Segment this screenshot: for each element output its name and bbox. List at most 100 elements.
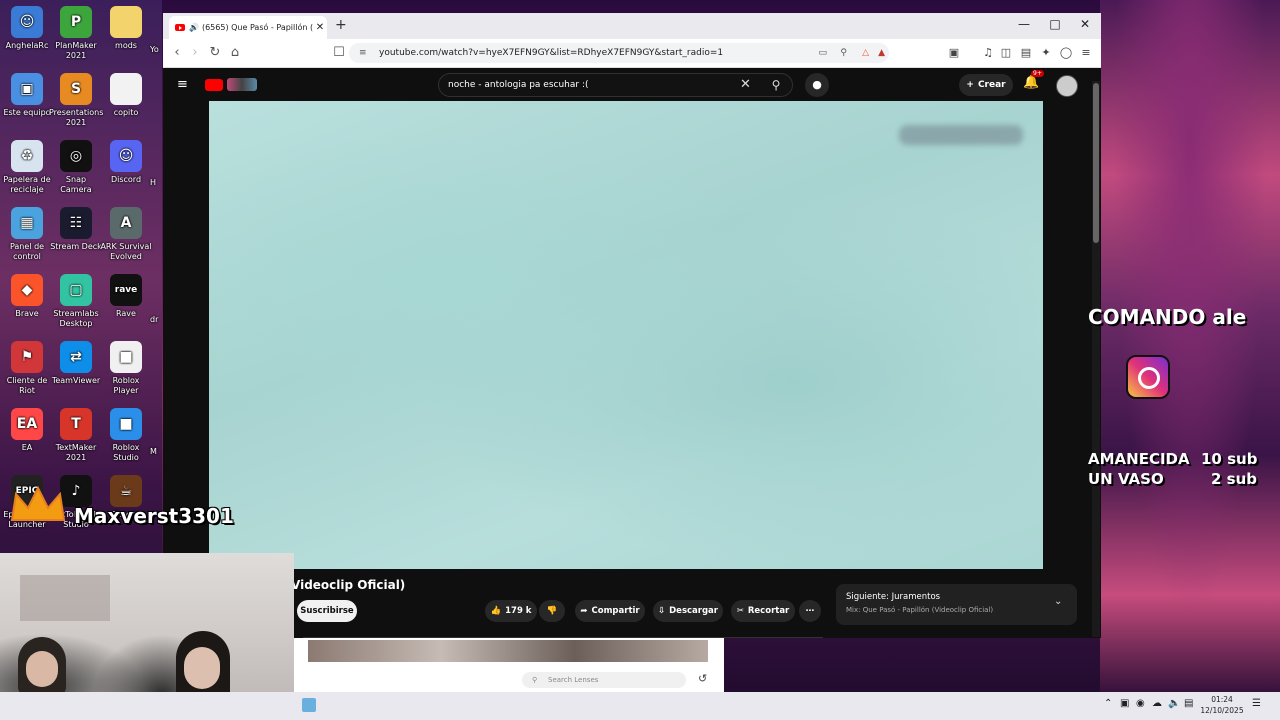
- music-icon[interactable]: ♫: [981, 46, 995, 60]
- desktop-icon-ea[interactable]: EA EA: [0, 408, 54, 453]
- desktop-icon-streamlabs-desktop[interactable]: ▢ Streamlabs Desktop: [49, 274, 103, 329]
- desktop-icon-copito[interactable]: copito: [99, 73, 153, 118]
- panel-de-control-icon: ▦: [11, 207, 43, 239]
- desktop-icon-panel-de-control[interactable]: ▦ Panel de control: [0, 207, 54, 262]
- taskbar: ⌃ ▣ ◉ ☁ 🔈 ▤ 01:24 12/10/2025 ☰: [0, 692, 1280, 720]
- forward-icon[interactable]: ›: [187, 45, 203, 60]
- tavern-icon: ☕: [110, 475, 142, 507]
- page-scrollbar[interactable]: [1092, 81, 1100, 637]
- home-icon[interactable]: ⌂: [227, 45, 243, 60]
- brave-rewards-icon[interactable]: ▲: [878, 48, 885, 58]
- share-icon: ➦: [580, 606, 588, 616]
- close-tab-icon[interactable]: ✕: [313, 22, 327, 33]
- dislike-button[interactable]: 👎: [539, 600, 565, 622]
- like-button[interactable]: 👍 179 k: [485, 600, 537, 622]
- share-button[interactable]: ➦ Compartir: [575, 600, 645, 622]
- microphone-icon[interactable]: ●: [805, 73, 829, 97]
- zoom-icon[interactable]: ⚲: [840, 48, 847, 58]
- notifications-bell-icon[interactable]: 🔔: [1023, 75, 1039, 90]
- desktop-icon-ark-survival-evolved[interactable]: A ARK Survival Evolved: [99, 207, 153, 262]
- webcam-face-left: [26, 651, 58, 687]
- vpn-icon[interactable]: ◯: [1059, 46, 1073, 60]
- chevron-down-icon[interactable]: ⌄: [1054, 596, 1062, 607]
- desktop-icon-mods[interactable]: mods: [99, 6, 153, 51]
- download-button[interactable]: ⇩ Descargar: [653, 600, 723, 622]
- menu-icon[interactable]: ≡: [1079, 46, 1093, 60]
- site-info-icon[interactable]: ≡: [359, 48, 367, 58]
- video-player[interactable]: [209, 101, 1043, 569]
- tray-steam-icon[interactable]: ◉: [1136, 698, 1145, 709]
- thumbs-up-icon: 👍: [490, 606, 502, 616]
- tray-app-icon[interactable]: ▣: [1120, 698, 1129, 709]
- back-icon[interactable]: ‹: [169, 45, 185, 60]
- reload-icon[interactable]: ↻: [207, 45, 223, 60]
- desktop-icon-textmaker-2021[interactable]: T TextMaker 2021: [49, 408, 103, 463]
- notification-badge: 9+: [1031, 70, 1044, 77]
- sidebar-icon[interactable]: ◫: [999, 46, 1013, 60]
- tab-title: (6565) Que Pasó - Papillón (V: [201, 23, 313, 32]
- desktop-icon-label: TeamViewer: [51, 376, 101, 385]
- up-next-panel[interactable]: Siguiente: Juramentos Mix: Que Pasó - Pa…: [836, 584, 1077, 625]
- desktop-icon-anghelarc[interactable]: ☺ AnghelaRc: [0, 6, 54, 51]
- desktop-icon-teamviewer[interactable]: ⇄ TeamViewer: [49, 341, 103, 386]
- webcam-face-right: [184, 647, 220, 689]
- history-icon[interactable]: ↺: [698, 672, 707, 685]
- onedrive-icon[interactable]: ☁: [1152, 698, 1162, 709]
- clear-search-icon[interactable]: ✕: [740, 77, 751, 92]
- desktop-icon-este-equipo[interactable]: ▣ Este equipo: [0, 73, 54, 118]
- desktop-icon-stream-deck[interactable]: ☷ Stream Deck: [49, 207, 103, 252]
- webcam-background-shelf: [20, 575, 110, 621]
- desktop-icon-rave[interactable]: rave Rave: [99, 274, 153, 319]
- wallet-icon[interactable]: ▤: [1019, 46, 1033, 60]
- desktop-icon-discord[interactable]: ☺ Discord: [99, 140, 153, 185]
- video-title: Videoclip Oficial): [291, 578, 406, 592]
- desktop-icon-label: Cliente de Riot: [6, 376, 48, 395]
- textmaker-2021-icon: T: [60, 408, 92, 440]
- search-icon[interactable]: ⚲: [761, 73, 791, 97]
- url-input[interactable]: ≡ youtube.com/watch?v=hyeX7EFN9GY&list=R…: [349, 43, 889, 63]
- clock[interactable]: 01:24 12/10/2025: [1200, 694, 1244, 716]
- clip-button[interactable]: ✂ Recortar: [731, 600, 795, 622]
- lens-search-input[interactable]: ⚲ Search Lenses: [522, 672, 686, 688]
- create-button[interactable]: + Crear: [959, 74, 1013, 96]
- leo-ai-icon[interactable]: ✦: [1039, 46, 1053, 60]
- maximize-icon[interactable]: □: [1047, 17, 1063, 31]
- avatar[interactable]: [1056, 75, 1078, 97]
- desktop-icon-label: Discord: [110, 175, 142, 184]
- network-icon[interactable]: ▤: [1184, 698, 1193, 709]
- more-actions-button[interactable]: ⋯: [799, 600, 821, 622]
- youtube-doodle-logo[interactable]: [227, 78, 257, 91]
- desktop-icon-roblox-studio[interactable]: ■ Roblox Studio: [99, 408, 153, 463]
- subscribe-button[interactable]: Suscribirse: [297, 600, 357, 622]
- lens-thumbnails[interactable]: [308, 640, 708, 662]
- taskbar-app-icon[interactable]: [302, 698, 316, 712]
- goal1-label: AMANECIDA: [1088, 450, 1190, 468]
- youtube-logo-icon[interactable]: [205, 79, 223, 91]
- desktop-icon-label: Rave: [116, 309, 136, 318]
- notifications-icon[interactable]: ☰: [1252, 698, 1261, 709]
- new-tab-button[interactable]: +: [335, 17, 347, 33]
- papelera-de-reciclaje-icon: ♻: [11, 140, 43, 172]
- volume-icon[interactable]: 🔈: [1168, 698, 1180, 709]
- desktop-icon-planmaker-2021[interactable]: P PlanMaker 2021: [49, 6, 103, 61]
- desktop-icon-roblox-player[interactable]: ■ Roblox Player: [99, 341, 153, 396]
- brave-shield-icon[interactable]: △: [862, 48, 869, 58]
- cast-icon[interactable]: ▭: [818, 48, 827, 58]
- desktop-icon-label: Streamlabs Desktop: [53, 309, 99, 328]
- desktop-icon-cliente-de-riot[interactable]: ⚑ Cliente de Riot: [0, 341, 54, 396]
- desktop-icon-papelera-de-reciclaje[interactable]: ♻ Papelera de reciclaje: [0, 140, 54, 195]
- download-icon: ⇩: [658, 606, 666, 616]
- tab-youtube[interactable]: 🔊 (6565) Que Pasó - Papillón (V ✕: [169, 16, 327, 39]
- goal2-label: UN VASO: [1088, 470, 1164, 488]
- scrollbar-thumb[interactable]: [1093, 83, 1099, 243]
- tray-expand-icon[interactable]: ⌃: [1104, 698, 1112, 709]
- desktop-icon-snap-camera[interactable]: ◎ Snap Camera: [49, 140, 103, 195]
- desktop-icon-presentations-2021[interactable]: S Presentations 2021: [49, 73, 103, 128]
- hamburger-menu-icon[interactable]: ≡: [177, 77, 188, 92]
- minimize-icon[interactable]: —: [1016, 17, 1032, 31]
- desktop-icon-label: copito: [113, 108, 139, 117]
- close-window-icon[interactable]: ✕: [1077, 17, 1093, 31]
- bookmark-icon[interactable]: ☐: [331, 45, 347, 60]
- desktop-icon-brave[interactable]: ◆ Brave: [0, 274, 54, 319]
- screenshot-icon[interactable]: ▣: [947, 46, 961, 60]
